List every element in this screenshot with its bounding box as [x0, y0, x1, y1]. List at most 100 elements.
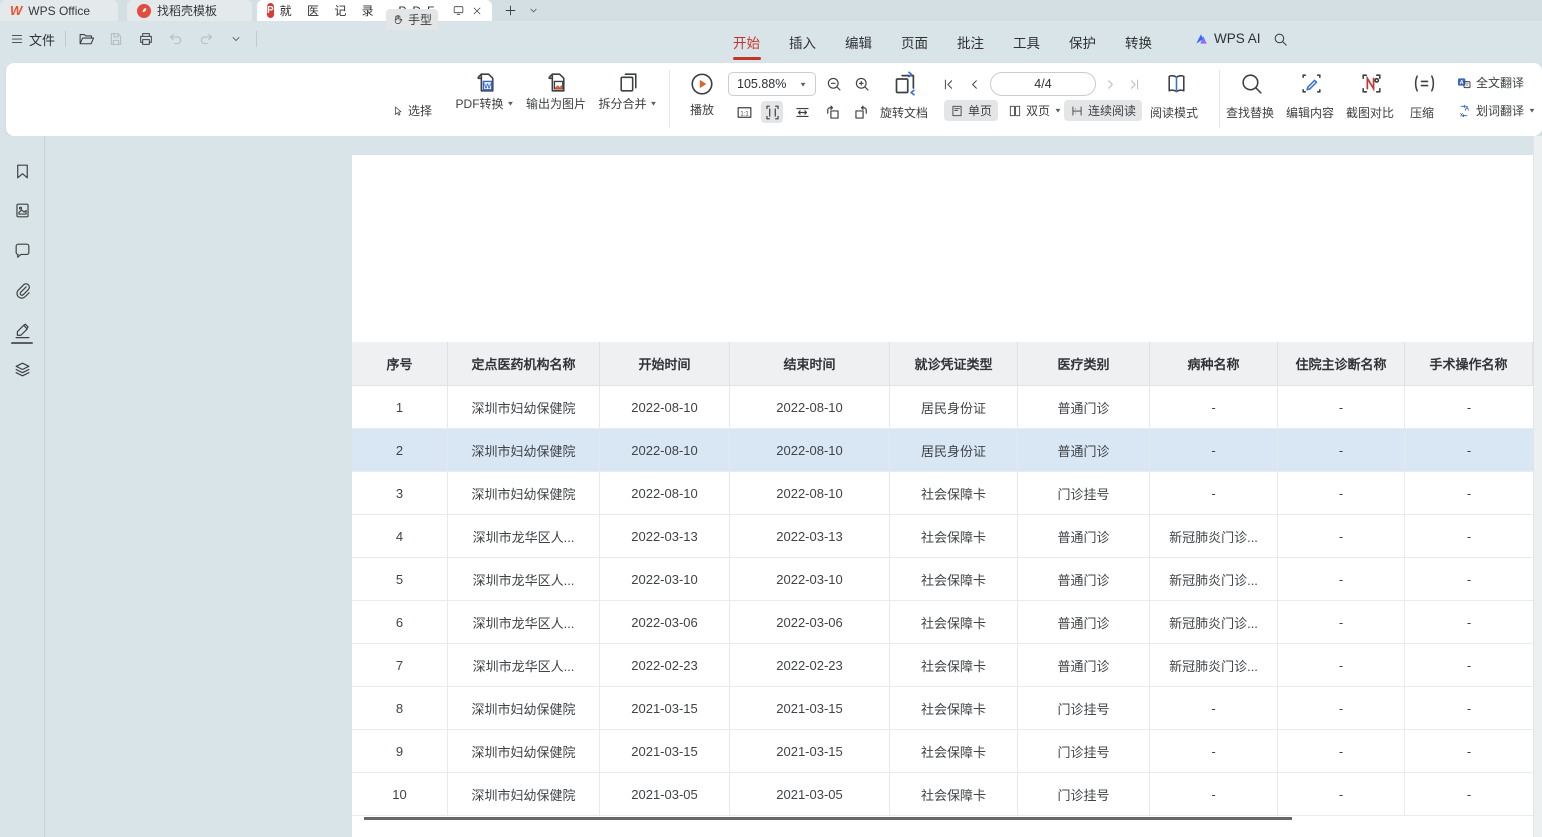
tab-docer-template[interactable]: 找稻壳模板: [127, 0, 252, 21]
undo-icon[interactable]: [166, 29, 186, 49]
menu-tab-转换[interactable]: 转换: [1125, 22, 1152, 62]
table-row: 5深圳市龙华区人...2022-03-102022-03-10社会保障卡普通门诊…: [352, 558, 1533, 601]
table-cell: 2021-03-05: [600, 773, 730, 816]
edit-content-label[interactable]: 编辑内容: [1286, 104, 1334, 121]
zoom-level-select[interactable]: 105.88%▼: [728, 72, 816, 96]
rotate-document-label[interactable]: 旋转文档: [880, 104, 928, 121]
table-cell: 普通门诊: [1018, 558, 1150, 601]
attachment-icon[interactable]: [13, 281, 32, 300]
column-header: 结束时间: [730, 342, 890, 386]
previous-page-icon[interactable]: [964, 74, 984, 94]
file-menu-button[interactable]: 文件: [10, 30, 55, 49]
full-text-translate-button[interactable]: A 文 全文翻译: [1450, 72, 1530, 93]
table-cell: 2021-03-15: [600, 687, 730, 730]
table-cell: 2021-03-15: [600, 730, 730, 773]
table-header-row: 序号定点医药机构名称开始时间结束时间就诊凭证类型医疗类别病种名称住院主诊断名称手…: [352, 342, 1533, 386]
continuous-reading-button[interactable]: 连续阅读: [1064, 100, 1142, 121]
next-page-icon[interactable]: [1100, 74, 1120, 94]
table-cell: -: [1150, 773, 1278, 816]
save-icon[interactable]: [106, 29, 126, 49]
ribbon-toolbar: 手型 选择 W PDF转换▼ 输出为图片 拆分合并▼ 播: [6, 63, 1542, 136]
new-tab-button[interactable]: [503, 0, 518, 21]
find-replace-label[interactable]: 查找替换: [1226, 104, 1274, 121]
table-cell: 9: [352, 730, 448, 773]
menu-tab-页面[interactable]: 页面: [901, 22, 928, 62]
page-number-input[interactable]: 4/4: [990, 72, 1096, 96]
table-cell: -: [1405, 773, 1533, 816]
hand-tool-button[interactable]: 手型: [386, 9, 438, 30]
tab-list-chevron-icon[interactable]: [528, 0, 539, 21]
hamburger-icon: [10, 32, 24, 46]
rotate-right-icon[interactable]: [850, 101, 872, 123]
svg-text:1:1: 1:1: [740, 111, 748, 117]
column-header: 病种名称: [1150, 342, 1278, 386]
compress-label[interactable]: 压缩: [1410, 104, 1434, 121]
open-file-icon[interactable]: [76, 29, 96, 49]
fit-page-button[interactable]: [761, 101, 783, 123]
layers-icon[interactable]: [13, 360, 32, 379]
table-cell: -: [1278, 601, 1405, 644]
compress-icon[interactable]: [1412, 71, 1437, 96]
rotate-document-icon[interactable]: [892, 70, 919, 97]
zoom-in-icon[interactable]: [851, 73, 873, 95]
chevron-down-icon: ▼: [1528, 107, 1536, 114]
actual-size-button[interactable]: 1:1: [733, 101, 755, 123]
menu-tab-批注[interactable]: 批注: [957, 22, 984, 62]
bookmark-icon[interactable]: [13, 162, 32, 181]
table-cell: 8: [352, 687, 448, 730]
double-page-icon: [1008, 104, 1022, 118]
menu-tab-插入[interactable]: 插入: [789, 22, 816, 62]
read-mode-icon[interactable]: [1164, 71, 1189, 96]
select-tool-button[interactable]: 选择: [386, 100, 438, 121]
tab-document[interactable]: P 就 医 记 录 .PDF: [257, 0, 492, 21]
menu-tab-工具[interactable]: 工具: [1013, 22, 1040, 62]
thumbnail-icon[interactable]: [13, 201, 32, 220]
table-cell: 社会保障卡: [890, 558, 1018, 601]
menu-bar: 文件 开始插入编辑页面批注工具保护转换 WPS AI: [0, 21, 1542, 62]
read-mode-label[interactable]: 阅读模式: [1150, 104, 1198, 121]
table-cell: -: [1278, 773, 1405, 816]
monitor-icon[interactable]: [452, 4, 465, 17]
first-page-icon[interactable]: [938, 74, 958, 94]
more-actions-chevron-icon[interactable]: [226, 29, 246, 49]
signature-icon[interactable]: [13, 321, 32, 340]
split-merge-icon: [616, 70, 641, 95]
wps-ai-button[interactable]: WPS AI: [1194, 31, 1261, 46]
play-button[interactable]: 播放: [682, 71, 722, 118]
redo-icon[interactable]: [196, 29, 216, 49]
chevron-down-icon: ▼: [650, 100, 658, 107]
table-cell: -: [1405, 472, 1533, 515]
table-cell: 深圳市妇幼保健院: [448, 386, 600, 429]
edit-content-icon[interactable]: [1299, 71, 1324, 96]
menu-search-icon[interactable]: [1272, 31, 1289, 48]
menu-tab-保护[interactable]: 保护: [1069, 22, 1096, 62]
vertical-scrollbar[interactable]: [1533, 136, 1542, 837]
close-tab-icon[interactable]: [471, 5, 483, 17]
table-cell: 新冠肺炎门诊...: [1150, 601, 1278, 644]
single-page-button[interactable]: 单页: [944, 100, 998, 121]
single-page-icon: [950, 104, 964, 118]
divider: [669, 70, 670, 128]
zoom-out-icon[interactable]: [823, 73, 845, 95]
split-merge-button[interactable]: 拆分合并▼: [594, 70, 662, 112]
table-row: 1深圳市妇幼保健院2022-08-102022-08-10居民身份证普通门诊--…: [352, 386, 1533, 429]
word-translate-button[interactable]: x A 划词翻译▼: [1450, 100, 1542, 121]
tab-wps-office[interactable]: W WPS Office: [0, 0, 118, 21]
rotate-left-icon[interactable]: [821, 101, 843, 123]
screenshot-compare-label[interactable]: 截图对比: [1346, 104, 1394, 121]
double-page-button[interactable]: 双页▼: [1002, 100, 1068, 121]
divider: [1219, 70, 1220, 128]
pdf-convert-button[interactable]: W PDF转换▼: [452, 70, 518, 112]
print-icon[interactable]: [136, 29, 156, 49]
find-replace-icon[interactable]: [1239, 71, 1264, 96]
table-cell: 1: [352, 386, 448, 429]
export-as-image-button[interactable]: 输出为图片: [522, 70, 590, 112]
table-cell: -: [1405, 730, 1533, 773]
fit-width-button[interactable]: [791, 101, 813, 123]
pdf-page: 序号定点医药机构名称开始时间结束时间就诊凭证类型医疗类别病种名称住院主诊断名称手…: [352, 155, 1533, 837]
menu-tab-开始[interactable]: 开始: [733, 22, 760, 62]
screenshot-compare-icon[interactable]: [1359, 71, 1384, 96]
menu-tab-编辑[interactable]: 编辑: [845, 22, 872, 62]
last-page-icon[interactable]: [1124, 74, 1144, 94]
comment-icon[interactable]: [13, 241, 32, 260]
